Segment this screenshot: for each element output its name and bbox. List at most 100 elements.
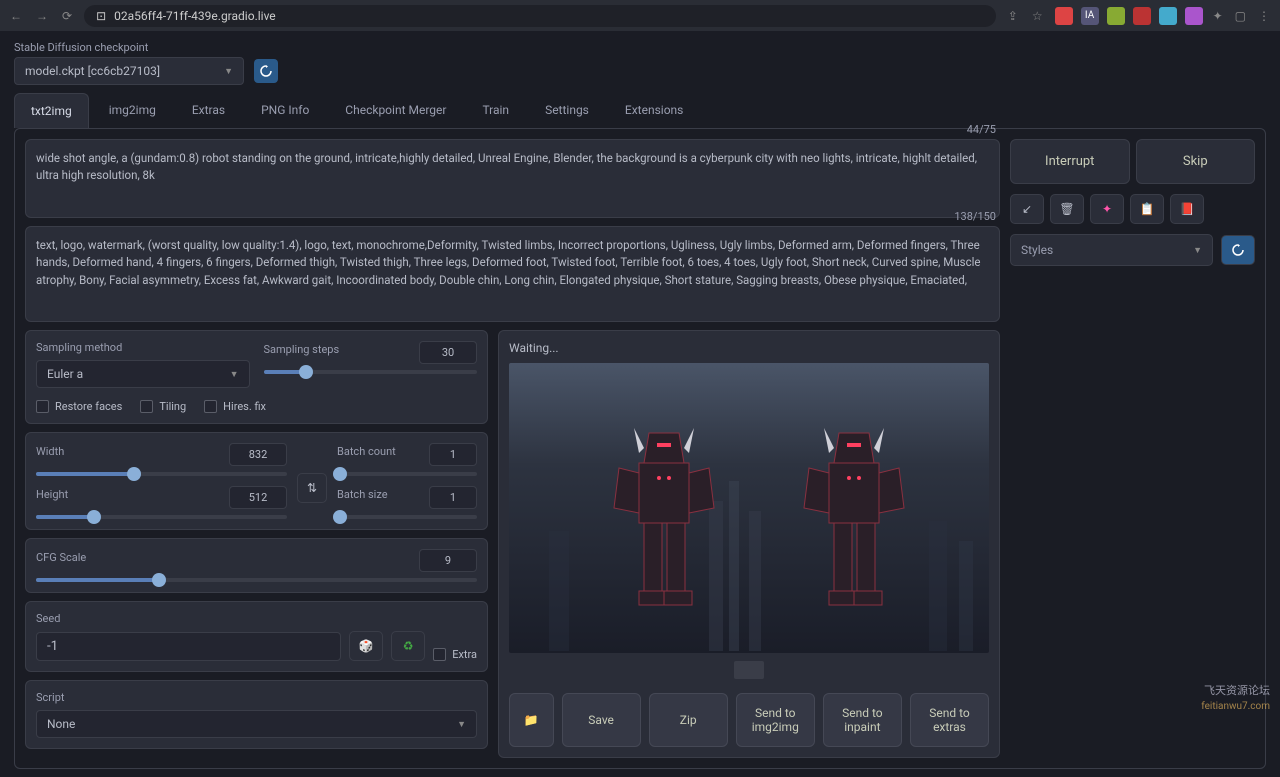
sampling-steps-input[interactable] xyxy=(419,341,477,364)
ext-icon[interactable] xyxy=(1107,7,1125,25)
script-value: None xyxy=(47,717,75,731)
checkpoint-label: Stable Diffusion checkpoint xyxy=(14,41,148,54)
width-label: Width xyxy=(36,445,64,458)
url-bar[interactable]: ⊡ 02a56ff4-71ff-439e.gradio.live xyxy=(84,5,996,27)
batch-count-input[interactable] xyxy=(429,443,477,466)
hires-fix-checkbox[interactable]: Hires. fix xyxy=(204,400,266,413)
seed-label: Seed xyxy=(36,612,477,625)
generated-image[interactable] xyxy=(509,363,989,653)
open-folder-button[interactable]: 📁 xyxy=(509,693,554,747)
interrupt-button[interactable]: Interrupt xyxy=(1010,139,1130,184)
ext-icon[interactable] xyxy=(1133,7,1151,25)
skip-button[interactable]: Skip xyxy=(1136,139,1256,184)
sampling-steps-label: Sampling steps xyxy=(264,343,340,356)
checkpoint-value: model.ckpt [cc6cb27103] xyxy=(25,64,160,78)
preview-status: Waiting... xyxy=(509,341,989,355)
width-slider[interactable] xyxy=(36,472,287,476)
checkpoint-select[interactable]: model.ckpt [cc6cb27103] ▼ xyxy=(14,57,244,85)
seed-random-button[interactable]: 🎲 xyxy=(349,631,383,661)
watermark-url: feitianwu7.com xyxy=(1201,701,1270,712)
height-slider[interactable] xyxy=(36,515,287,519)
sampling-method-select[interactable]: Euler a ▼ xyxy=(36,360,250,388)
ext-icon[interactable] xyxy=(1055,7,1073,25)
tiling-checkbox[interactable]: Tiling xyxy=(140,400,186,413)
ext-icon[interactable]: IA xyxy=(1081,7,1099,25)
restore-icon[interactable]: ▢ xyxy=(1233,7,1248,25)
seed-input[interactable] xyxy=(36,632,341,661)
tab-settings[interactable]: Settings xyxy=(529,93,605,128)
checkpoint-group: Stable Diffusion checkpoint model.ckpt [… xyxy=(14,40,244,85)
height-label: Height xyxy=(36,488,68,501)
chevron-down-icon: ▼ xyxy=(224,66,233,77)
tab-extras[interactable]: Extras xyxy=(176,93,241,128)
neg-prompt-input[interactable]: text, logo, watermark, (worst quality, l… xyxy=(25,226,1000,322)
seed-reuse-button[interactable]: ♻ xyxy=(391,631,425,661)
thumbnail-row xyxy=(509,653,989,687)
trash-icon[interactable]: 🗑 xyxy=(1050,194,1084,224)
sampling-steps-slider[interactable] xyxy=(264,370,478,374)
chevron-down-icon: ▼ xyxy=(1193,245,1202,256)
back-icon[interactable]: ← xyxy=(8,7,24,25)
styles-select[interactable]: Styles ▼ xyxy=(1010,234,1213,266)
prompt-textarea[interactable]: wide shot angle, a (gundam:0.8) robot st… xyxy=(36,150,989,202)
tab-pnginfo[interactable]: PNG Info xyxy=(245,93,325,128)
extension-icons: IA ✦ ▢ ⋮ xyxy=(1055,7,1272,25)
style-apply-icon[interactable]: 📕 xyxy=(1170,194,1204,224)
send-extras-button[interactable]: Send to extras xyxy=(910,693,989,747)
zip-button[interactable]: Zip xyxy=(649,693,728,747)
main-tabs: txt2img img2img Extras PNG Info Checkpoi… xyxy=(14,93,1266,128)
styles-label: Styles xyxy=(1021,243,1053,257)
tab-img2img[interactable]: img2img xyxy=(93,93,172,128)
neg-token-count: 138/150 xyxy=(954,210,996,223)
style-create-icon[interactable]: ✦ xyxy=(1090,194,1124,224)
refresh-checkpoint-button[interactable] xyxy=(254,59,278,83)
width-input[interactable] xyxy=(229,443,287,466)
puzzle-icon[interactable]: ✦ xyxy=(1211,7,1225,25)
reload-icon[interactable]: ⟳ xyxy=(60,7,74,25)
menu-icon[interactable]: ⋮ xyxy=(1256,7,1272,25)
ext-icon[interactable] xyxy=(1185,7,1203,25)
sampling-method-label: Sampling method xyxy=(36,341,250,354)
batch-size-slider[interactable] xyxy=(337,515,477,519)
star-icon[interactable]: ☆ xyxy=(1030,7,1045,25)
preview-image: ✕ xyxy=(509,363,989,653)
arrow-icon[interactable]: ↙ xyxy=(1010,194,1044,224)
chevron-down-icon: ▼ xyxy=(457,719,466,730)
clipboard-icon[interactable]: 📋 xyxy=(1130,194,1164,224)
swap-dimensions-button[interactable]: ⇅ xyxy=(297,473,327,503)
send-inpaint-button[interactable]: Send to inpaint xyxy=(823,693,902,747)
batch-size-input[interactable] xyxy=(429,486,477,509)
seed-extra-checkbox[interactable]: Extra xyxy=(433,648,477,661)
prompt-token-count: 44/75 xyxy=(967,123,996,136)
url-text: 02a56ff4-71ff-439e.gradio.live xyxy=(114,9,276,23)
batch-size-label: Batch size xyxy=(337,488,388,501)
restore-faces-checkbox[interactable]: Restore faces xyxy=(36,400,122,413)
chevron-down-icon: ▼ xyxy=(230,369,239,380)
batch-count-slider[interactable] xyxy=(337,472,477,476)
script-label: Script xyxy=(36,691,477,704)
tab-checkpoint-merger[interactable]: Checkpoint Merger xyxy=(329,93,462,128)
forward-icon[interactable]: → xyxy=(34,7,50,25)
tab-extensions[interactable]: Extensions xyxy=(609,93,699,128)
refresh-styles-button[interactable] xyxy=(1221,235,1255,265)
height-input[interactable] xyxy=(229,486,287,509)
ext-icon[interactable] xyxy=(1159,7,1177,25)
tab-txt2img[interactable]: txt2img xyxy=(14,93,89,128)
batch-count-label: Batch count xyxy=(337,445,396,458)
tab-train[interactable]: Train xyxy=(466,93,525,128)
watermark-text: 飞天资源论坛 xyxy=(1204,682,1270,698)
prompt-input[interactable]: wide shot angle, a (gundam:0.8) robot st… xyxy=(25,139,1000,218)
share-icon[interactable]: ⇪ xyxy=(1006,7,1020,25)
browser-chrome: ← → ⟳ ⊡ 02a56ff4-71ff-439e.gradio.live ⇪… xyxy=(0,0,1280,32)
script-select[interactable]: None ▼ xyxy=(36,710,477,738)
neg-prompt-textarea[interactable]: text, logo, watermark, (worst quality, l… xyxy=(36,237,989,306)
preview-panel: Waiting... ✕ xyxy=(498,330,1000,758)
cfg-label: CFG Scale xyxy=(36,551,86,564)
lock-icon: ⊡ xyxy=(96,9,106,23)
save-button[interactable]: Save xyxy=(562,693,641,747)
cfg-slider[interactable] xyxy=(36,578,477,582)
cfg-input[interactable] xyxy=(419,549,477,572)
sampling-method-value: Euler a xyxy=(47,367,83,381)
send-img2img-button[interactable]: Send to img2img xyxy=(736,693,815,747)
thumbnail[interactable] xyxy=(734,661,764,679)
